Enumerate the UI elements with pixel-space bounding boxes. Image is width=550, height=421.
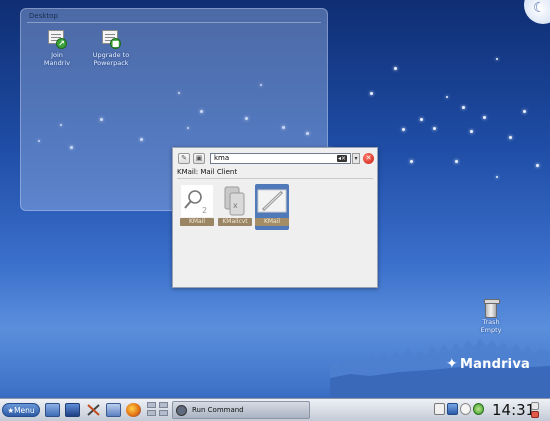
- taskbar: ★Menu Run Command 14:31: [0, 398, 550, 421]
- result-item-kmail-search[interactable]: 2 KMail: [180, 184, 214, 230]
- mandriva-brand-text: Mandriva: [460, 357, 530, 372]
- result-item-kmail-selected[interactable]: KMail: [255, 184, 289, 230]
- menu-button[interactable]: ★Menu: [2, 403, 40, 417]
- firefox-icon[interactable]: [126, 403, 141, 417]
- clock[interactable]: 14:31: [492, 401, 535, 419]
- svg-text:x: x: [233, 201, 238, 210]
- trash-icon[interactable]: Trash Empty: [476, 299, 506, 334]
- desktop-icon-upgrade-powerpack[interactable]: ■ Upgrade to Powerpack: [87, 29, 135, 67]
- desktop-icon-label: Join Mandriv: [43, 51, 71, 67]
- result-item-kmailcvt[interactable]: x KMailcvt: [218, 184, 252, 230]
- corner-toolbox-button[interactable]: ☾: [524, 0, 550, 24]
- mandriva-star-icon: ✦: [446, 356, 458, 372]
- import-tool-icon: x: [218, 184, 252, 218]
- configure-wrench-icon[interactable]: ✎: [178, 153, 190, 164]
- notifications-icon[interactable]: [460, 403, 471, 415]
- trash-label: Trash Empty: [480, 318, 502, 334]
- menu-button-label: Menu: [14, 406, 35, 415]
- folder-view-divider: [27, 22, 321, 23]
- run-command-dialog: ✎ ▣ kma ◂× ▾ ✕ KMail: Mail Client 2 KMai…: [172, 147, 378, 288]
- trash-can-icon: [484, 299, 500, 318]
- kmail-envelope-icon: [255, 184, 289, 218]
- clipboard-icon[interactable]: [434, 403, 445, 415]
- desktop-pager[interactable]: [147, 402, 169, 418]
- clear-text-icon[interactable]: ◂×: [337, 155, 347, 162]
- search-input[interactable]: kma ◂×: [210, 153, 351, 164]
- magnifier-icon: 2: [180, 184, 214, 218]
- result-description: KMail: Mail Client: [177, 168, 238, 176]
- network-icon[interactable]: [447, 403, 458, 415]
- show-desktop-icon[interactable]: [45, 403, 60, 417]
- desktop-icon-join-mandriva[interactable]: ↗ Join Mandriv: [33, 29, 81, 67]
- mandriva-update-icon[interactable]: [106, 403, 121, 417]
- task-run-command[interactable]: Run Command: [172, 401, 310, 419]
- logout-icon[interactable]: [531, 411, 539, 418]
- search-query-text: kma: [214, 154, 230, 162]
- document-with-green-arrow-icon: ↗: [46, 29, 68, 51]
- file-manager-icon[interactable]: [65, 403, 80, 417]
- result-item-label: KMailcvt: [218, 218, 252, 226]
- panel-config-icon[interactable]: [531, 402, 539, 410]
- svg-text:2: 2: [202, 206, 207, 215]
- control-center-tools-icon[interactable]: [86, 403, 101, 417]
- run-command-icon: [176, 405, 187, 416]
- task-label: Run Command: [192, 406, 244, 414]
- volume-icon[interactable]: [473, 403, 484, 415]
- close-icon[interactable]: ✕: [363, 153, 374, 164]
- desktop-icon-label: Upgrade to Powerpack: [92, 51, 130, 67]
- result-item-label: KMail: [255, 218, 289, 226]
- show-system-activity-icon[interactable]: ▣: [193, 153, 205, 164]
- document-with-green-lock-icon: ■: [100, 29, 122, 51]
- result-item-label: KMail: [180, 218, 214, 226]
- history-dropdown-icon[interactable]: ▾: [352, 153, 360, 164]
- results-divider: [177, 178, 373, 179]
- folder-view-title: Desktop: [29, 12, 58, 20]
